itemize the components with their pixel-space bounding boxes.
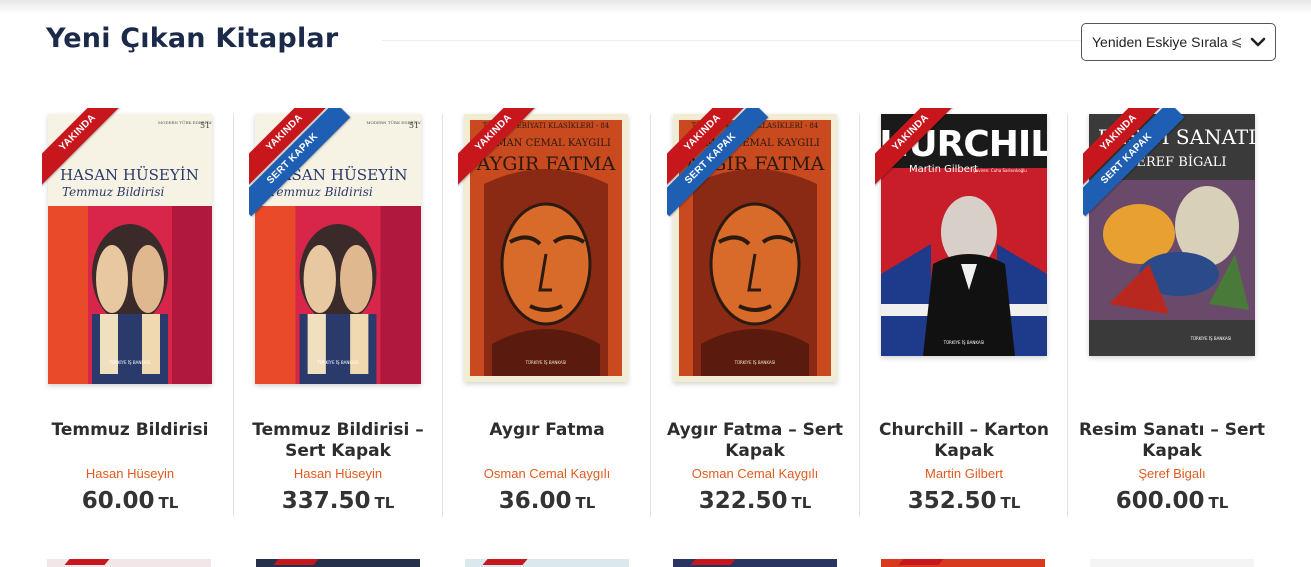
coming-soon-badge bbox=[273, 559, 319, 565]
next-row-cover[interactable] bbox=[465, 559, 629, 567]
book-title-link[interactable]: Aygır Fatma bbox=[443, 420, 651, 441]
book-author-link[interactable]: Hasan Hüseyin bbox=[26, 466, 234, 481]
next-row-cover[interactable] bbox=[673, 559, 837, 567]
svg-text:51: 51 bbox=[200, 121, 210, 130]
cover-artwork: RESİM SANATI ŞEREF BİGALI TÜRKİYE İŞ BAN… bbox=[1089, 114, 1255, 356]
product-card[interactable]: TÜRK EDEBİYATI KLASİKLERİ - 84 OSMAN CEM… bbox=[651, 100, 859, 518]
cover-artwork: MODERN TÜRK EDEBİYATI KLASİKLERİ 51 HASA… bbox=[48, 114, 212, 384]
book-cover-image[interactable]: TÜRK EDEBİYATI KLASİKLERİ - 84 OSMAN CEM… bbox=[673, 114, 837, 382]
price-amount: 352.50 bbox=[907, 488, 997, 514]
svg-text:51: 51 bbox=[409, 121, 419, 130]
svg-text:TÜRKİYE İŞ BANKASI: TÜRKİYE İŞ BANKASI bbox=[316, 360, 358, 365]
book-cover-image[interactable]: MODERN TÜRK EDEBİYATI KLASİKLERİ 51 HASA… bbox=[255, 114, 421, 384]
price-currency: TL bbox=[374, 494, 395, 512]
next-row-peek bbox=[0, 553, 1311, 567]
cover-artwork: TÜRK EDEBİYATI KLASİKLERİ - 84 OSMAN CEM… bbox=[673, 114, 837, 382]
book-author-link[interactable]: Şeref Bigalı bbox=[1068, 466, 1276, 481]
section-title: Yeni Çıkan Kitaplar bbox=[46, 23, 339, 54]
product-card[interactable]: CHURCHILL Martin Gilbert Çeviren: Cuha S… bbox=[860, 100, 1068, 518]
svg-text:TÜRK EDEBİYATI KLASİKLERİ - 84: TÜRK EDEBİYATI KLASİKLERİ - 84 bbox=[483, 121, 610, 130]
book-author-link[interactable]: Hasan Hüseyin bbox=[234, 466, 442, 481]
price-amount: 337.50 bbox=[281, 488, 371, 514]
cover-artwork: TÜRK EDEBİYATI KLASİKLERİ - 84 OSMAN CEM… bbox=[464, 114, 628, 382]
product-card[interactable]: TÜRK EDEBİYATI KLASİKLERİ - 84 OSMAN CEM… bbox=[443, 100, 651, 518]
cover-artwork: CHURCHILL Martin Gilbert Çeviren: Cuha S… bbox=[881, 114, 1047, 356]
svg-text:HASAN HÜSEYİN: HASAN HÜSEYİN bbox=[267, 166, 407, 184]
product-card[interactable]: MODERN TÜRK EDEBİYATI KLASİKLERİ 51 HASA… bbox=[234, 100, 442, 518]
svg-text:Çeviren: Cuha Sarisınlıoğlu: Çeviren: Cuha Sarisınlıoğlu bbox=[973, 168, 1027, 173]
coming-soon-badge bbox=[898, 559, 944, 565]
sort-select-value: Yeniden Eskiye Sırala bbox=[1092, 34, 1228, 50]
price-amount: 600.00 bbox=[1115, 488, 1205, 514]
book-cover-image[interactable]: RESİM SANATI ŞEREF BİGALI TÜRKİYE İŞ BAN… bbox=[1089, 114, 1255, 356]
sort-select[interactable]: Yeniden Eskiye Sırala ⩽ bbox=[1081, 23, 1276, 61]
price-currency: TL bbox=[158, 494, 179, 512]
product-card[interactable]: MODERN TÜRK EDEBİYATI KLASİKLERİ 51 HASA… bbox=[26, 100, 234, 518]
svg-text:Martin Gilbert: Martin Gilbert bbox=[909, 164, 978, 175]
next-row-cover[interactable] bbox=[1090, 559, 1254, 567]
sort-order-icon: ⩽ bbox=[1230, 34, 1243, 50]
coming-soon-badge bbox=[482, 559, 528, 565]
price-currency: TL bbox=[1208, 494, 1229, 512]
book-title-link[interactable]: Resim Sanatı – Sert Kapak bbox=[1068, 420, 1276, 462]
svg-text:OSMAN CEMAL KAYGILI: OSMAN CEMAL KAYGILI bbox=[690, 138, 820, 149]
book-price: 36.00 TL bbox=[443, 488, 651, 514]
svg-text:TÜRKİYE İŞ BANKASI: TÜRKİYE İŞ BANKASI bbox=[943, 340, 985, 345]
book-price: 60.00 TL bbox=[26, 488, 234, 514]
svg-text:CHURCHILL: CHURCHILL bbox=[881, 124, 1047, 165]
cover-artwork: MODERN TÜRK EDEBİYATI KLASİKLERİ 51 HASA… bbox=[255, 114, 421, 384]
svg-text:RESİM SANATI: RESİM SANATI bbox=[1098, 125, 1255, 149]
price-amount: 322.50 bbox=[698, 488, 788, 514]
svg-text:TÜRKİYE İŞ BANKASI: TÜRKİYE İŞ BANKASI bbox=[1190, 336, 1232, 341]
next-row-cover[interactable] bbox=[881, 559, 1045, 567]
svg-text:Temmuz Bildirisi: Temmuz Bildirisi bbox=[269, 185, 373, 199]
book-title-link[interactable]: Temmuz Bildirisi – Sert Kapak bbox=[234, 420, 442, 462]
svg-text:OSMAN CEMAL KAYGILI: OSMAN CEMAL KAYGILI bbox=[481, 138, 611, 149]
svg-text:TÜRKİYE İŞ BANKASI: TÜRKİYE İŞ BANKASI bbox=[525, 360, 567, 365]
price-amount: 36.00 bbox=[498, 488, 572, 514]
svg-text:Temmuz Bildirisi: Temmuz Bildirisi bbox=[62, 185, 165, 199]
book-price: 352.50 TL bbox=[860, 488, 1068, 514]
book-cover-image[interactable]: TÜRK EDEBİYATI KLASİKLERİ - 84 OSMAN CEM… bbox=[464, 114, 628, 382]
book-author-link[interactable]: Osman Cemal Kaygılı bbox=[651, 466, 859, 481]
svg-text:ŞEREF BİGALI: ŞEREF BİGALI bbox=[1127, 153, 1226, 170]
section-header: Yeni Çıkan Kitaplar Yeniden Eskiye Sıral… bbox=[46, 22, 1276, 62]
book-price: 600.00 TL bbox=[1068, 488, 1276, 514]
book-author-link[interactable]: Martin Gilbert bbox=[860, 466, 1068, 481]
header-shadow bbox=[0, 0, 1311, 14]
price-currency: TL bbox=[1000, 494, 1021, 512]
price-amount: 60.00 bbox=[81, 488, 155, 514]
svg-text:HASAN HÜSEYİN: HASAN HÜSEYİN bbox=[60, 166, 199, 184]
chevron-down-icon bbox=[1250, 37, 1266, 47]
coming-soon-badge bbox=[64, 559, 110, 565]
svg-text:TÜRKİYE İŞ BANKASI: TÜRKİYE İŞ BANKASI bbox=[734, 360, 776, 365]
book-title-link[interactable]: Churchill – Karton Kapak bbox=[860, 420, 1068, 462]
book-title-link[interactable]: Temmuz Bildirisi bbox=[26, 420, 234, 441]
book-price: 337.50 TL bbox=[234, 488, 442, 514]
next-row-cover[interactable] bbox=[47, 559, 211, 567]
book-cover-image[interactable]: CHURCHILL Martin Gilbert Çeviren: Cuha S… bbox=[881, 114, 1047, 356]
book-price: 322.50 TL bbox=[651, 488, 859, 514]
product-card[interactable]: RESİM SANATI ŞEREF BİGALI TÜRKİYE İŞ BAN… bbox=[1068, 100, 1276, 518]
book-author-link[interactable]: Osman Cemal Kaygılı bbox=[443, 466, 651, 481]
price-currency: TL bbox=[575, 494, 596, 512]
coming-soon-badge bbox=[690, 559, 736, 565]
book-title-link[interactable]: Aygır Fatma – Sert Kapak bbox=[651, 420, 859, 462]
price-currency: TL bbox=[791, 494, 812, 512]
svg-text:TÜRK EDEBİYATI KLASİKLERİ - 84: TÜRK EDEBİYATI KLASİKLERİ - 84 bbox=[692, 121, 819, 130]
product-grid: MODERN TÜRK EDEBİYATI KLASİKLERİ 51 HASA… bbox=[26, 100, 1276, 530]
title-divider bbox=[382, 40, 1122, 41]
svg-text:TÜRKİYE İŞ BANKASI: TÜRKİYE İŞ BANKASI bbox=[109, 360, 151, 365]
next-row-cover[interactable] bbox=[256, 559, 420, 567]
book-cover-image[interactable]: MODERN TÜRK EDEBİYATI KLASİKLERİ 51 HASA… bbox=[48, 114, 212, 384]
